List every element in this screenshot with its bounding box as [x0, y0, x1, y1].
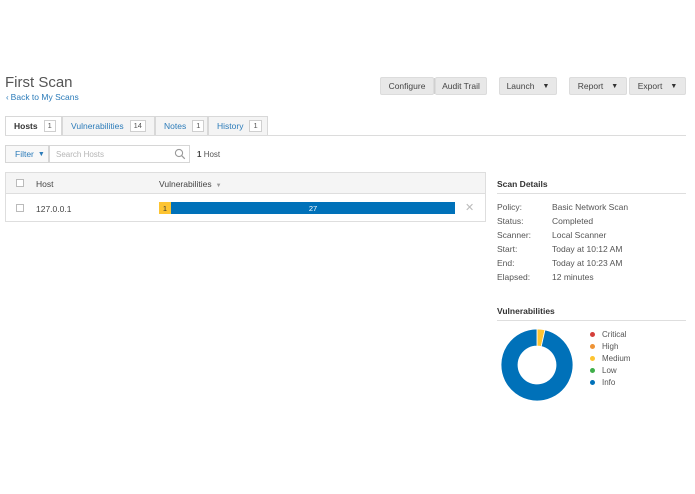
- row-checkbox[interactable]: [16, 204, 24, 212]
- tab-count-badge: 1: [249, 120, 262, 132]
- tab-vulnerabilities[interactable]: Vulnerabilities 14: [62, 116, 155, 136]
- legend-dot-icon: [590, 380, 595, 385]
- detail-value: Today at 10:12 AM: [552, 244, 623, 254]
- caret-down-icon: ▼: [542, 82, 550, 90]
- report-button[interactable]: Report ▼: [569, 77, 627, 95]
- legend-label: Critical: [602, 330, 627, 339]
- configure-button[interactable]: Configure: [380, 77, 434, 95]
- filter-label: Filter: [15, 149, 34, 159]
- detail-key: Elapsed:: [497, 272, 531, 282]
- search-icon[interactable]: [174, 148, 186, 160]
- tab-history[interactable]: History 1: [208, 116, 268, 136]
- tab-label: Notes: [164, 121, 187, 131]
- back-link-label: Back to My Scans: [10, 92, 79, 102]
- tab-count-badge: 1: [43, 120, 56, 132]
- export-button[interactable]: Export ▼: [629, 77, 686, 95]
- caret-down-icon: ▼: [611, 82, 619, 90]
- detail-value: Basic Network Scan: [552, 202, 629, 212]
- detail-value: 12 minutes: [552, 272, 594, 282]
- filter-button[interactable]: Filter ▼: [5, 145, 49, 163]
- legend-dot-icon: [590, 368, 595, 373]
- host-count: 1 Host: [197, 150, 220, 159]
- host-count-label: Host: [203, 150, 221, 159]
- table-header: Host Vulnerabilities ▼: [6, 173, 485, 194]
- column-label: Host: [36, 179, 54, 189]
- caret-down-icon: ▼: [37, 150, 45, 158]
- select-all-checkbox[interactable]: [16, 179, 24, 187]
- launch-button[interactable]: Launch ▼: [499, 77, 557, 95]
- legend-dot-icon: [590, 344, 595, 349]
- legend-label: Info: [602, 378, 616, 387]
- detail-key: Policy:: [497, 202, 523, 212]
- tab-hosts[interactable]: Hosts 1: [5, 116, 62, 136]
- section-divider: [497, 193, 686, 194]
- audit-trail-label: Audit Trail: [442, 81, 480, 91]
- column-header-host[interactable]: Host: [36, 179, 53, 189]
- legend-item-low[interactable]: Low: [590, 366, 617, 375]
- vulnerabilities-summary-title: Vulnerabilities: [497, 306, 555, 316]
- tab-label: Vulnerabilities: [71, 121, 124, 131]
- host-count-number: 1: [197, 150, 202, 159]
- legend-item-info[interactable]: Info: [590, 378, 615, 387]
- detail-value: Local Scanner: [552, 230, 607, 240]
- back-to-scans-link[interactable]: ‹ Back to My Scans: [6, 92, 79, 102]
- legend-dot-icon: [590, 332, 595, 337]
- section-divider: [497, 320, 686, 321]
- detail-value: Completed: [552, 216, 594, 226]
- legend-label: Low: [602, 366, 617, 375]
- host-ip[interactable]: 127.0.0.1: [36, 204, 71, 214]
- column-label: Vulnerabilities: [159, 179, 212, 189]
- detail-key: Status:: [497, 216, 524, 226]
- column-header-vulnerabilities[interactable]: Vulnerabilities ▼: [159, 179, 222, 189]
- legend-item-high[interactable]: High: [590, 342, 618, 351]
- tab-count-badge: 1: [192, 120, 205, 132]
- vuln-segment-medium[interactable]: 1: [159, 202, 171, 214]
- donut-slice-info[interactable]: [500, 328, 574, 402]
- hosts-table: Host Vulnerabilities ▼ 127.0.0.1 1 27 ✕: [5, 172, 486, 222]
- export-label: Export: [637, 81, 663, 91]
- legend-label: High: [602, 342, 619, 351]
- legend-dot-icon: [590, 356, 595, 361]
- vulnerability-bar: 1 27: [159, 202, 455, 214]
- legend-label: Medium: [602, 354, 631, 363]
- detail-key: Start:: [497, 244, 518, 254]
- tab-notes[interactable]: Notes 1: [155, 116, 208, 136]
- caret-down-icon: ▼: [670, 82, 678, 90]
- legend-item-critical[interactable]: Critical: [590, 330, 626, 339]
- search-hosts-input[interactable]: [49, 145, 190, 163]
- chevron-left-icon: ‹: [6, 93, 9, 102]
- detail-key: Scanner:: [497, 230, 532, 240]
- report-label: Report: [577, 81, 604, 91]
- tab-label: History: [217, 121, 244, 131]
- vulnerabilities-donut-chart: [500, 328, 574, 402]
- scan-details-title: Scan Details: [497, 179, 548, 189]
- close-icon[interactable]: ✕: [465, 201, 474, 214]
- tab-count-badge: 14: [129, 120, 146, 132]
- detail-key: End:: [497, 258, 515, 268]
- launch-label: Launch: [506, 81, 535, 91]
- configure-label: Configure: [388, 81, 426, 91]
- legend-item-medium[interactable]: Medium: [590, 354, 630, 363]
- detail-value: Today at 10:23 AM: [552, 258, 623, 268]
- audit-trail-button[interactable]: Audit Trail: [435, 77, 487, 95]
- sort-icon: ▼: [215, 183, 222, 189]
- tab-label: Hosts: [14, 121, 38, 131]
- page-title: First Scan: [5, 74, 73, 91]
- tab-divider: [5, 135, 686, 136]
- vuln-segment-info[interactable]: 27: [171, 202, 455, 214]
